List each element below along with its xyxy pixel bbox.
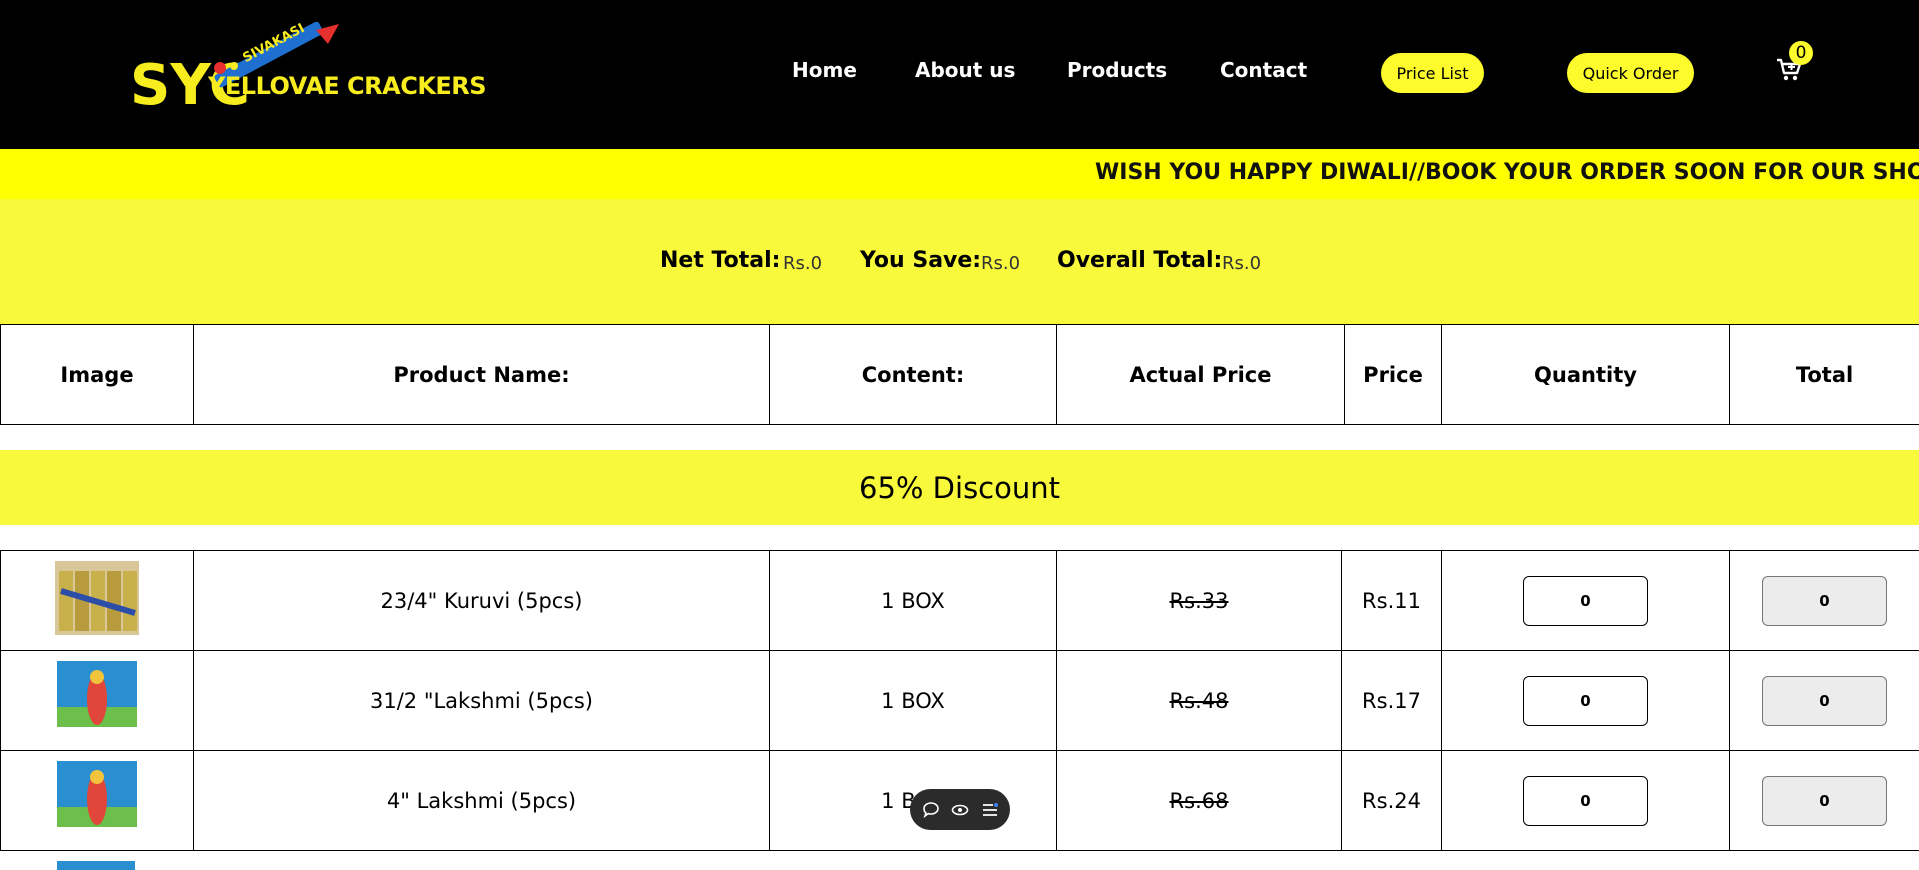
quick-order-button[interactable]: Quick Order — [1567, 53, 1694, 93]
cart-count-badge: 0 — [1789, 41, 1813, 65]
actual-price: Rs.68 — [1057, 751, 1342, 851]
product-name: 31/2 "Lakshmi (5pcs) — [194, 651, 770, 751]
quantity-cell — [1442, 751, 1730, 851]
list-icon[interactable] — [981, 801, 999, 819]
marquee-text: WISH YOU HAPPY DIWALI//BOOK YOUR ORDER S… — [1095, 160, 1919, 185]
col-header-content: Content: — [770, 325, 1057, 425]
quantity-input[interactable] — [1523, 676, 1648, 726]
product-image — [55, 561, 139, 635]
table-row-partial — [0, 850, 1919, 870]
product-name: 23/4" Kuruvi (5pcs) — [194, 551, 770, 651]
section-title-discount: 65% Discount — [0, 450, 1919, 525]
quantity-input[interactable] — [1523, 576, 1648, 626]
product-image — [55, 761, 139, 835]
col-header-product-name: Product Name: — [194, 325, 770, 425]
brand-name: YELLOVAE CRACKERS — [208, 72, 486, 100]
you-save-label: You Save: — [860, 248, 981, 273]
product-content: 1 BOX — [770, 551, 1057, 651]
col-header-price: Price — [1345, 325, 1442, 425]
total-cell — [1730, 651, 1919, 751]
col-header-image: Image — [1, 325, 194, 425]
price: Rs.24 — [1342, 751, 1442, 851]
comment-icon[interactable] — [922, 801, 940, 819]
actual-price: Rs.33 — [1057, 551, 1342, 651]
nav-products[interactable]: Products — [1067, 58, 1167, 82]
col-header-actual-price: Actual Price — [1057, 325, 1345, 425]
price-list-button[interactable]: Price List — [1381, 53, 1484, 93]
col-header-quantity: Quantity — [1442, 325, 1730, 425]
total-cell — [1730, 551, 1919, 651]
table-row: 23/4" Kuruvi (5pcs) 1 BOX Rs.33 Rs.11 — [1, 551, 1919, 651]
quantity-cell — [1442, 551, 1730, 651]
nav-contact[interactable]: Contact — [1220, 58, 1307, 82]
product-image-cell — [1, 751, 194, 851]
site-header: SYC SIVAKASI YELLOVAE CRACKERS Home Abou… — [0, 0, 1919, 149]
floating-toolbar — [910, 789, 1010, 830]
product-image-cell — [1, 551, 194, 651]
actual-price: Rs.48 — [1057, 651, 1342, 751]
product-table-header: Image Product Name: Content: Actual Pric… — [0, 324, 1919, 425]
total-field — [1762, 576, 1887, 626]
announcement-marquee: WISH YOU HAPPY DIWALI//BOOK YOUR ORDER S… — [0, 149, 1919, 199]
quantity-input[interactable] — [1523, 776, 1648, 826]
price: Rs.17 — [1342, 651, 1442, 751]
total-field — [1762, 676, 1887, 726]
price: Rs.11 — [1342, 551, 1442, 651]
overall-total-label: Overall Total: — [1057, 248, 1222, 273]
nav-home[interactable]: Home — [792, 58, 857, 82]
nav-about-us[interactable]: About us — [915, 58, 1015, 82]
product-image — [55, 661, 139, 735]
quantity-cell — [1442, 651, 1730, 751]
net-total-label: Net Total: — [660, 248, 780, 273]
net-total-value: Rs.0 — [783, 253, 822, 274]
col-header-total: Total — [1730, 325, 1919, 425]
overall-total-value: Rs.0 — [1222, 253, 1261, 274]
product-image-cell — [1, 651, 194, 751]
total-cell — [1730, 751, 1919, 851]
product-name: 4" Lakshmi (5pcs) — [194, 751, 770, 851]
eye-icon[interactable] — [951, 801, 969, 819]
product-content: 1 BOX — [770, 651, 1057, 751]
total-field — [1762, 776, 1887, 826]
you-save-value: Rs.0 — [981, 253, 1020, 274]
table-row: 31/2 "Lakshmi (5pcs) 1 BOX Rs.48 Rs.17 — [1, 651, 1919, 751]
brand-logo[interactable]: SYC SIVAKASI YELLOVAE CRACKERS — [128, 22, 448, 126]
